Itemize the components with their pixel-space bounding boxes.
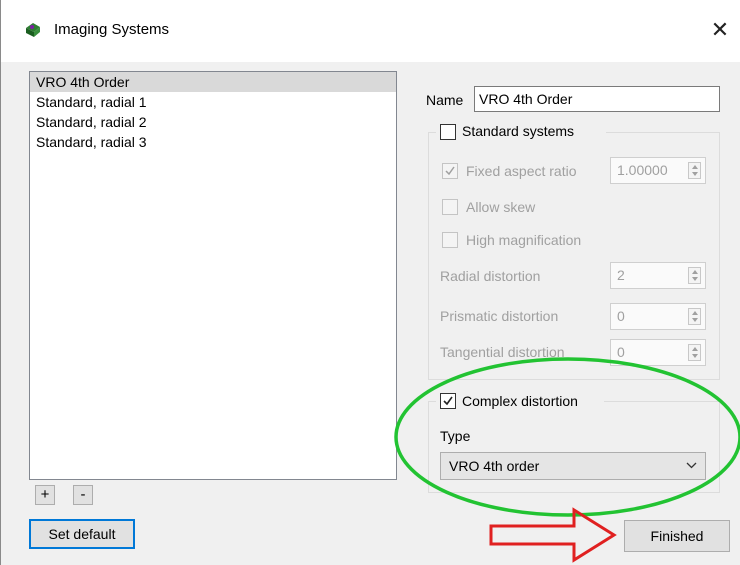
close-button[interactable]: ✕ <box>708 16 732 44</box>
aspect-ratio-value: 1.00000 <box>617 162 668 178</box>
distortion-type-select[interactable]: VRO 4th order <box>440 452 706 480</box>
prismatic-distortion-value: 0 <box>617 308 625 324</box>
title-bar: Imaging Systems ✕ <box>0 0 740 62</box>
spin-arrows-icon[interactable] <box>688 162 701 179</box>
type-label: Type <box>440 428 471 444</box>
set-default-button[interactable]: Set default <box>29 519 135 549</box>
remove-system-button[interactable]: - <box>73 485 93 505</box>
check-icon <box>443 396 453 406</box>
allow-skew-checkbox[interactable] <box>442 199 458 215</box>
check-icon <box>445 166 455 176</box>
radial-distortion-label: Radial distortion <box>440 268 541 284</box>
list-item[interactable]: Standard, radial 2 <box>30 112 396 132</box>
name-field[interactable] <box>474 86 720 112</box>
radial-distortion-spinbox[interactable]: 2 <box>610 262 706 289</box>
name-label: Name <box>426 92 464 108</box>
fixed-aspect-checkbox[interactable] <box>442 163 458 179</box>
finished-button[interactable]: Finished <box>624 520 730 552</box>
add-system-button[interactable]: + <box>35 485 55 505</box>
standard-systems-label: Standard systems <box>462 123 575 139</box>
list-item[interactable]: Standard, radial 1 <box>30 92 396 112</box>
radial-distortion-value: 2 <box>617 267 625 283</box>
tangential-distortion-value: 0 <box>617 344 625 360</box>
red-arrow-icon <box>489 507 617 563</box>
prismatic-distortion-label: Prismatic distortion <box>440 308 559 324</box>
allow-skew-label: Allow skew <box>466 199 536 215</box>
distortion-type-value: VRO 4th order <box>449 458 540 474</box>
standard-systems-checkbox[interactable] <box>440 124 456 140</box>
spin-arrows-icon[interactable] <box>688 308 701 325</box>
spin-arrows-icon[interactable] <box>688 344 701 361</box>
list-item[interactable]: VRO 4th Order <box>30 72 396 92</box>
window-title: Imaging Systems <box>54 21 170 38</box>
complex-distortion-checkbox[interactable] <box>440 393 456 409</box>
spin-arrows-icon[interactable] <box>688 267 701 284</box>
prismatic-distortion-spinbox[interactable]: 0 <box>610 303 706 330</box>
tangential-distortion-label: Tangential distortion <box>440 344 565 360</box>
aspect-ratio-spinbox[interactable]: 1.00000 <box>610 157 706 184</box>
chevron-down-icon <box>686 462 697 469</box>
list-item[interactable]: Standard, radial 3 <box>30 132 396 152</box>
camera-icon <box>26 23 40 37</box>
systems-list[interactable]: VRO 4th Order Standard, radial 1 Standar… <box>29 71 397 480</box>
complex-distortion-label: Complex distortion <box>462 393 578 409</box>
fixed-aspect-label: Fixed aspect ratio <box>466 163 577 179</box>
high-magnification-label: High magnification <box>466 232 582 248</box>
high-magnification-checkbox[interactable] <box>442 232 458 248</box>
tangential-distortion-spinbox[interactable]: 0 <box>610 339 706 366</box>
